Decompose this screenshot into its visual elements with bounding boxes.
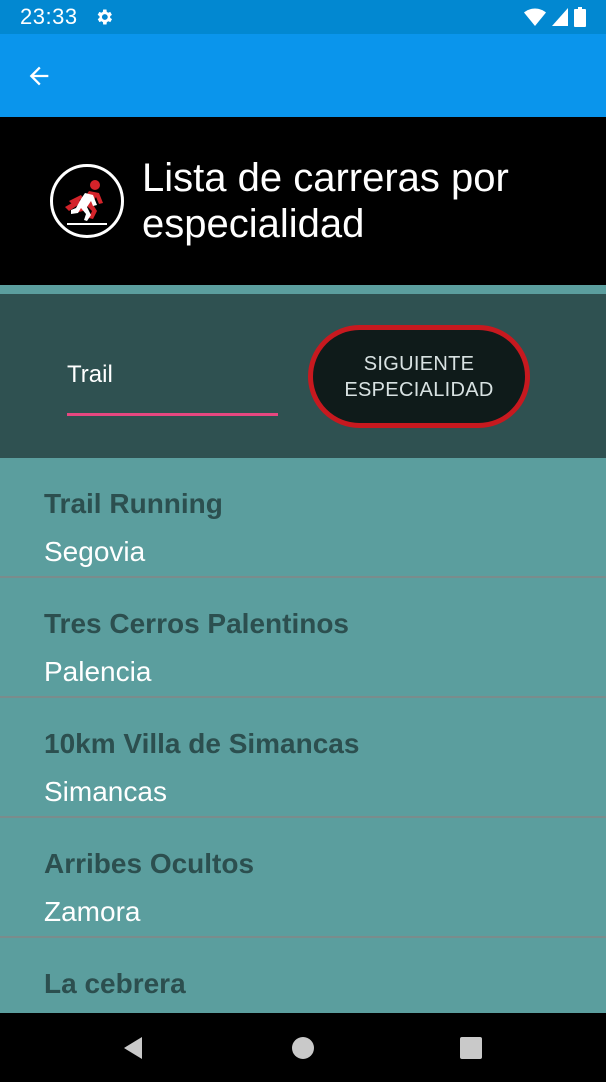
race-name: La cebrera	[44, 968, 186, 999]
status-bar: 23:33	[0, 0, 606, 34]
list-item[interactable]: Arribes Ocultos Zamora	[0, 818, 606, 938]
list-item[interactable]: La cebrera	[0, 938, 606, 1013]
race-name: 10km Villa de Simancas	[44, 728, 360, 759]
runner-logo-icon	[50, 164, 124, 238]
page-title: Lista de carreras por especialidad	[142, 156, 509, 246]
nav-back-icon[interactable]	[120, 1035, 146, 1061]
back-button[interactable]	[24, 61, 54, 91]
race-name: Arribes Ocultos	[44, 848, 255, 879]
gear-icon	[97, 9, 112, 25]
nav-recents-icon[interactable]	[458, 1035, 484, 1061]
race-list: Trail Running Segovia Tres Cerros Palent…	[0, 458, 606, 1013]
status-icons	[524, 7, 586, 27]
battery-icon	[574, 7, 586, 27]
race-city: Simancas	[44, 776, 167, 807]
specialty-input[interactable]	[67, 354, 278, 416]
page-header: Lista de carreras por especialidad	[0, 117, 606, 285]
screen: 23:33 Lista de carreras por especialidad…	[0, 0, 606, 1082]
status-time: 23:33	[20, 4, 78, 29]
nav-home-icon[interactable]	[290, 1035, 316, 1061]
divider-strip	[0, 285, 606, 294]
list-item[interactable]: 10km Villa de Simancas Simancas	[0, 698, 606, 818]
list-item[interactable]: Trail Running Segovia	[0, 458, 606, 578]
race-city: Zamora	[44, 896, 141, 927]
race-name: Trail Running	[44, 488, 223, 519]
filter-panel: SIGUIENTE ESPECIALIDAD	[0, 294, 606, 458]
race-city: Palencia	[44, 656, 152, 687]
next-specialty-button-label: SIGUIENTE ESPECIALIDAD	[344, 352, 494, 401]
wifi-icon	[524, 8, 546, 26]
app-bar	[0, 34, 606, 117]
race-name: Tres Cerros Palentinos	[44, 608, 350, 639]
next-specialty-button[interactable]: SIGUIENTE ESPECIALIDAD	[308, 325, 530, 428]
race-city: Segovia	[44, 536, 146, 567]
list-item[interactable]: Tres Cerros Palentinos Palencia	[0, 578, 606, 698]
system-nav-bar	[0, 1013, 606, 1082]
arrow-back-icon	[29, 66, 49, 85]
signal-icon	[552, 8, 568, 26]
